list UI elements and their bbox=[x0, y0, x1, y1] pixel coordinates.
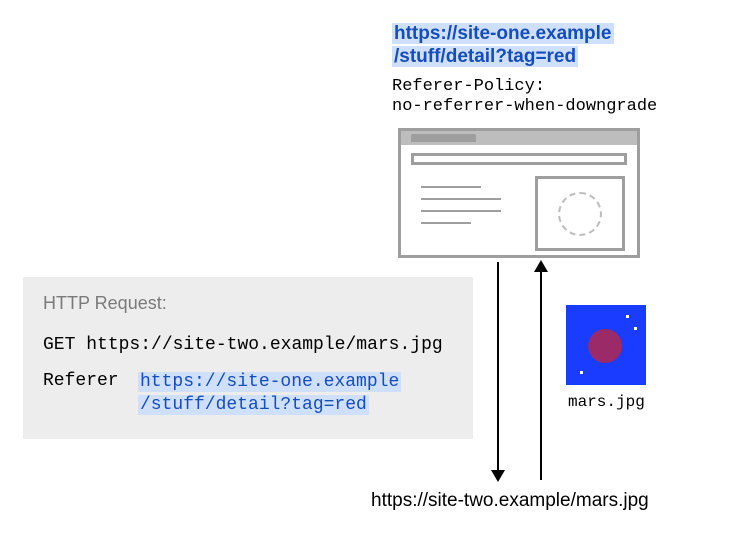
resource-url: https://site-two.example/mars.jpg bbox=[371, 490, 649, 512]
referer-header-value: https://site-one.example /stuff/detail?t… bbox=[138, 371, 401, 417]
dashed-circle-icon bbox=[558, 192, 602, 236]
planet-icon bbox=[588, 329, 622, 363]
http-target-url: https://site-two.example/mars.jpg bbox=[86, 335, 442, 355]
page-url-path: /stuff/detail?tag=red bbox=[392, 46, 578, 67]
response-arrow-icon bbox=[540, 262, 542, 480]
request-arrow-icon bbox=[497, 262, 499, 480]
mars-caption: mars.jpg bbox=[568, 393, 645, 411]
page-text-lines-icon bbox=[421, 186, 501, 234]
browser-urlbar-icon bbox=[411, 153, 627, 165]
browser-tab-icon bbox=[411, 134, 476, 142]
page-url-origin: https://site-one.example bbox=[392, 23, 614, 44]
http-request-box: HTTP Request: GET https://site-two.examp… bbox=[23, 277, 473, 439]
mars-image-icon bbox=[566, 305, 646, 385]
referer-path: /stuff/detail?tag=red bbox=[138, 395, 369, 415]
referer-origin: https://site-one.example bbox=[138, 372, 401, 392]
referrer-policy: Referer-Policy: no-referrer-when-downgra… bbox=[392, 77, 657, 117]
http-request-label: HTTP Request: bbox=[43, 293, 167, 314]
http-request-line: GET https://site-two.example/mars.jpg bbox=[43, 335, 443, 355]
policy-header: Referer-Policy: bbox=[392, 77, 657, 97]
policy-value: no-referrer-when-downgrade bbox=[392, 97, 657, 117]
page-url: https://site-one.example /stuff/detail?t… bbox=[392, 22, 614, 68]
browser-window-icon bbox=[398, 128, 640, 258]
image-placeholder-icon bbox=[535, 176, 625, 251]
http-method: GET bbox=[43, 335, 75, 355]
referer-header-name: Referer bbox=[43, 371, 119, 391]
